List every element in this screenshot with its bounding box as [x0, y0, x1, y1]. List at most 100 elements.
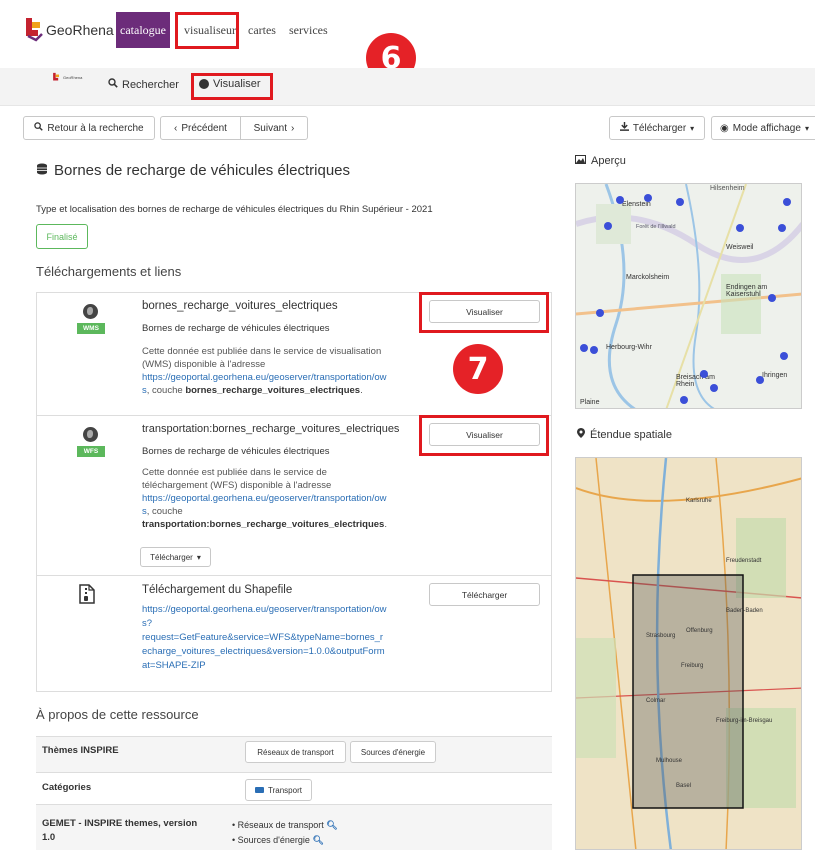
wfs-download-dropdown[interactable]: Télécharger ▾ — [140, 547, 211, 567]
shapefile-url-line[interactable]: s? — [142, 617, 412, 631]
annotation-highlight-wms-visualiser — [419, 292, 549, 333]
map-label: Freudenstadt — [726, 558, 762, 564]
search-icon — [108, 78, 118, 91]
search-icon[interactable]: 🔍︎ — [312, 835, 323, 845]
about-heading: À propos de cette ressource — [36, 707, 199, 722]
category-pill-label: Transport — [268, 785, 302, 795]
search-icon[interactable]: 🔍︎ — [326, 820, 337, 830]
georhena-small-logo-icon[interactable]: GeoRhena — [52, 70, 86, 84]
map-label: Plaine — [580, 399, 600, 406]
wms-description: Cette donnée est publiée dans le service… — [142, 345, 412, 397]
marker-icon[interactable] — [596, 309, 604, 317]
wfs-layer-title: transportation:bornes_recharge_voitures_… — [142, 423, 400, 435]
georhena-logo-icon[interactable] — [24, 16, 44, 42]
map-label: Karlsruhe — [686, 498, 712, 504]
marker-icon[interactable] — [644, 194, 652, 202]
wfs-layer-line: transportation:bornes_recharge_voitures_… — [142, 518, 412, 531]
wms-service-url[interactable]: https://geoportal.georhena.eu/geoserver/… — [142, 371, 412, 384]
spatial-extent-map[interactable]: Karlsruhe Baden-Baden Offenburg Freiburg… — [575, 457, 802, 850]
next-button[interactable]: Suivant › — [240, 116, 308, 140]
inspire-theme-pill[interactable]: Sources d'énergie — [350, 741, 436, 763]
marker-icon[interactable] — [700, 370, 708, 378]
chevron-left-icon: ‹ — [174, 122, 178, 134]
shapefile-title: Téléchargement du Shapefile — [142, 584, 293, 596]
marker-icon[interactable] — [778, 224, 786, 232]
caret-down-icon: ▾ — [804, 123, 809, 133]
marker-icon[interactable] — [676, 198, 684, 206]
wfs-text-line: téléchargement (WFS) disponible à l'adre… — [142, 480, 332, 491]
category-pill[interactable]: Transport — [245, 779, 312, 801]
map-label: Strasbourg — [646, 633, 676, 639]
wfs-period: . — [384, 519, 387, 530]
wms-text-line: (WMS) disponible à l'adresse — [142, 359, 266, 370]
marker-icon[interactable] — [756, 376, 764, 384]
eye-icon: ◉ — [720, 122, 729, 134]
gemet-label: GEMET - INSPIRE themes, version 1.0 — [42, 818, 197, 843]
shapefile-download-button[interactable]: Télécharger — [429, 583, 540, 606]
annotation-badge-7: 7 — [453, 344, 503, 394]
wms-layer-line: s, couche bornes_recharge_voitures_elect… — [142, 384, 412, 397]
wms-layer-title: bornes_recharge_voitures_electriques — [142, 300, 338, 312]
links-heading: Téléchargements et liens — [36, 264, 182, 279]
gemet-value[interactable]: • Sources d'énergie 🔍︎ — [232, 833, 338, 848]
marker-icon[interactable] — [736, 224, 744, 232]
globe-icon — [83, 304, 98, 319]
marker-icon[interactable] — [604, 222, 612, 230]
marker-icon[interactable] — [590, 346, 598, 354]
shapefile-url-line[interactable]: echarge_voitures_electriques&version=1.0… — [142, 645, 412, 659]
display-mode-button[interactable]: ◉ Mode affichage ▾ — [711, 116, 815, 140]
shapefile-url[interactable]: https://geoportal.georhena.eu/geoserver/… — [142, 603, 412, 673]
apercu-label: Aperçu — [591, 155, 626, 167]
preview-map[interactable]: Hilsenheim Elenstein Forêt de l'Illwald … — [575, 183, 802, 409]
shapefile-url-line[interactable]: at=SHAPE-ZIP — [142, 659, 412, 673]
caret-down-icon: ▾ — [196, 552, 201, 562]
spatial-extent-label: Étendue spatiale — [590, 428, 672, 441]
marker-icon[interactable] — [768, 294, 776, 302]
record-description: Type et localisation des bornes de recha… — [36, 204, 433, 215]
display-mode-label: Mode affichage — [732, 122, 801, 134]
nav-cartes[interactable]: cartes — [248, 12, 276, 48]
gemet-values: • Réseaux de transport 🔍︎ • Sources d'én… — [232, 818, 338, 848]
map-label: Marckolsheim — [626, 274, 670, 281]
gemet-value[interactable]: • Réseaux de transport 🔍︎ — [232, 818, 338, 833]
marker-icon[interactable] — [783, 198, 791, 206]
categories-label: Catégories — [42, 782, 92, 793]
map-label: Herbourg-Wihr — [606, 344, 652, 351]
rechercher-link[interactable]: Rechercher — [108, 78, 179, 91]
map-label: Basel — [676, 783, 692, 789]
map-label: Hilsenheim — [710, 185, 745, 192]
wfs-layer-subtitle: Bornes de recharge de véhicules électriq… — [142, 446, 330, 457]
wfs-layer-name: transportation:bornes_recharge_voitures_… — [142, 519, 385, 530]
back-to-search-label: Retour à la recherche — [47, 122, 144, 134]
wms-layer-prefix: , couche — [146, 385, 186, 396]
chevron-right-icon: › — [291, 122, 295, 134]
gemet-value-text: Sources d'énergie — [237, 835, 310, 845]
status-badge: Finalisé — [36, 224, 88, 249]
shapefile-url-line[interactable]: request=GetFeature&service=WFS&typeName=… — [142, 631, 412, 645]
marker-icon[interactable] — [710, 384, 718, 392]
file-zip-icon — [79, 584, 95, 604]
back-to-search-button[interactable]: Retour à la recherche — [23, 116, 155, 140]
marker-icon[interactable] — [616, 196, 624, 204]
download-dropdown-button[interactable]: Télécharger ▾ — [609, 116, 705, 140]
marker-icon[interactable] — [780, 352, 788, 360]
wfs-layer-line: s, couche — [142, 505, 412, 518]
wms-layer-subtitle: Bornes de recharge de véhicules électriq… — [142, 323, 330, 334]
small-logo-text: GeoRhena — [63, 74, 83, 80]
marker-icon[interactable] — [580, 344, 588, 352]
marker-icon[interactable] — [680, 396, 688, 404]
shapefile-url-line[interactable]: https://geoportal.georhena.eu/geoserver/… — [142, 603, 412, 617]
map-label: Baden-Baden — [726, 608, 763, 614]
wms-layer-name: bornes_recharge_voitures_electriques — [185, 385, 361, 396]
inspire-theme-pill[interactable]: Réseaux de transport — [245, 741, 346, 763]
logo-text[interactable]: GeoRhena — [46, 22, 114, 38]
wfs-service-url[interactable]: https://geoportal.georhena.eu/geoserver/… — [142, 492, 412, 505]
nav-services[interactable]: services — [289, 12, 328, 48]
record-title-text: Bornes de recharge de véhicules électriq… — [54, 162, 351, 179]
transport-icon — [255, 787, 265, 793]
wfs-layer-prefix: , couche — [146, 506, 183, 517]
map-label: Ihringen — [762, 372, 788, 379]
globe-icon — [83, 427, 98, 442]
previous-button[interactable]: ‹ Précédent — [160, 116, 241, 140]
nav-catalogue[interactable]: catalogue — [116, 12, 170, 48]
